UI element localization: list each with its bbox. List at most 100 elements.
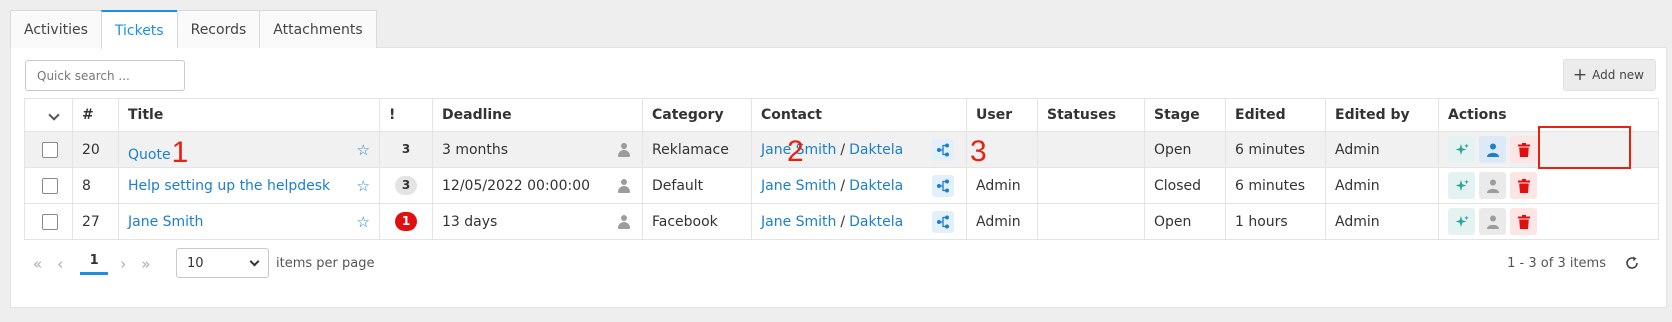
workflow-icon — [937, 143, 949, 156]
deadline-value: 12/05/2022 00:00:00 — [442, 177, 591, 194]
assign-user-button[interactable] — [1479, 172, 1506, 199]
column-header-id[interactable]: # — [72, 98, 119, 132]
contact-company-link[interactable]: Daktela — [849, 142, 903, 158]
edited-value: 6 minutes — [1225, 167, 1326, 204]
delete-button[interactable] — [1510, 172, 1537, 199]
column-header-edited-by[interactable]: Edited by — [1325, 98, 1439, 132]
column-header-stage[interactable]: Stage — [1144, 98, 1226, 132]
select-all-toggle[interactable] — [24, 98, 73, 132]
pager: « ‹ 1 › » — [33, 249, 165, 279]
tab-records[interactable]: Records — [176, 10, 260, 48]
trash-icon — [1517, 178, 1530, 193]
row-checkbox[interactable] — [42, 141, 58, 158]
delete-button[interactable] — [1510, 208, 1537, 235]
annotation-marker-1: 1 — [171, 135, 189, 168]
sparkle-icon — [1455, 143, 1469, 155]
column-header-priority[interactable]: ! — [379, 98, 433, 132]
priority-badge: 3 — [395, 176, 417, 195]
tab-activities[interactable]: Activities — [10, 10, 101, 48]
star-icon[interactable]: ☆ — [357, 177, 370, 195]
contact-separator: / — [840, 177, 846, 194]
table-row[interactable]: 8 Help setting up the helpdesk ☆ 3 12/05… — [24, 167, 1659, 204]
ai-sparkle-button[interactable] — [1448, 136, 1475, 163]
ticket-title-link[interactable]: Jane Smith — [128, 214, 203, 230]
edited-value: 6 minutes — [1225, 131, 1326, 168]
user-icon — [1486, 215, 1499, 229]
current-page[interactable]: 1 — [80, 253, 109, 275]
table-row[interactable]: 27 Jane Smith ☆ 1 13 days Facebook Jane … — [24, 203, 1659, 240]
priority-badge: 3 — [401, 142, 411, 156]
ticket-title-link[interactable]: Quote — [128, 147, 171, 163]
row-actions — [1448, 208, 1649, 235]
column-header-deadline[interactable]: Deadline — [432, 98, 643, 132]
edited-by-value: Admin — [1325, 167, 1439, 204]
deadline-value: 13 days — [442, 213, 498, 230]
stage-value: Closed — [1144, 167, 1226, 204]
stage-value: Open — [1144, 131, 1226, 168]
workflow-button[interactable] — [932, 210, 954, 233]
statuses-value — [1037, 167, 1145, 204]
table-header-row: # Title ! Deadline Category Contact User… — [24, 98, 1659, 132]
category-value: Reklamace — [642, 131, 752, 168]
add-new-button[interactable]: + Add new — [1562, 59, 1656, 91]
workflow-button[interactable] — [932, 138, 954, 161]
star-icon[interactable]: ☆ — [357, 213, 370, 231]
ai-sparkle-button[interactable] — [1448, 208, 1475, 235]
page-size-select[interactable]: 10 — [176, 248, 269, 278]
sparkle-icon — [1455, 215, 1469, 227]
items-per-page-label: items per page — [276, 256, 375, 271]
row-checkbox[interactable] — [42, 177, 58, 194]
ai-sparkle-button[interactable] — [1448, 172, 1475, 199]
ticket-id: 20 — [72, 131, 119, 168]
tab-tickets[interactable]: Tickets — [100, 10, 177, 49]
table-row[interactable]: 20 Quote1 ☆ 3 3 months Reklamace Jane Sm… — [24, 131, 1659, 168]
last-page-icon[interactable]: » — [141, 255, 150, 273]
column-header-category[interactable]: Category — [642, 98, 752, 132]
trash-icon — [1517, 142, 1530, 157]
stage-value: Open — [1144, 203, 1226, 240]
items-range-label: 1 - 3 of 3 items — [1507, 256, 1606, 271]
edited-by-value: Admin — [1325, 131, 1439, 168]
prev-page-icon[interactable]: ‹ — [57, 255, 63, 273]
next-page-icon[interactable]: › — [120, 255, 126, 273]
workflow-button[interactable] — [932, 174, 954, 197]
refresh-icon[interactable] — [1624, 255, 1640, 271]
person-icon — [618, 214, 630, 229]
column-header-statuses[interactable]: Statuses — [1037, 98, 1145, 132]
category-value: Default — [642, 167, 752, 204]
edited-by-value: Admin — [1325, 203, 1439, 240]
tab-bar: Activities Tickets Records Attachments — [10, 10, 377, 49]
user-icon — [1486, 143, 1499, 157]
ticket-id: 27 — [72, 203, 119, 240]
quick-search-input[interactable] — [25, 60, 185, 91]
annotation-marker-2: 2 — [787, 135, 804, 168]
column-header-title[interactable]: Title — [118, 98, 380, 132]
sparkle-icon — [1455, 179, 1469, 191]
page-size-value: 10 — [187, 255, 204, 271]
deadline-value: 3 months — [442, 141, 509, 158]
column-header-contact[interactable]: Contact — [751, 98, 967, 132]
statuses-value — [1037, 131, 1145, 168]
first-page-icon[interactable]: « — [33, 255, 42, 273]
column-header-edited[interactable]: Edited — [1225, 98, 1326, 132]
delete-button[interactable] — [1510, 136, 1537, 163]
column-header-user[interactable]: User — [966, 98, 1038, 132]
user-value: Admin — [966, 203, 1038, 240]
contact-name-link[interactable]: Jane Smith — [761, 214, 836, 230]
annotation-marker-3: 3 — [970, 135, 987, 168]
contact-company-link[interactable]: Daktela — [849, 214, 903, 230]
ticket-id: 8 — [72, 167, 119, 204]
ticket-title-link[interactable]: Help setting up the helpdesk — [128, 178, 330, 194]
contact-separator: / — [840, 141, 846, 158]
row-checkbox[interactable] — [42, 213, 58, 230]
chevron-down-icon — [48, 109, 60, 121]
contact-name-link[interactable]: Jane Smith — [761, 178, 836, 194]
category-value: Facebook — [642, 203, 752, 240]
trash-icon — [1517, 214, 1530, 229]
tab-attachments[interactable]: Attachments — [259, 10, 377, 48]
contact-company-link[interactable]: Daktela — [849, 178, 903, 194]
assign-user-button[interactable] — [1479, 136, 1506, 163]
star-icon[interactable]: ☆ — [357, 141, 370, 159]
assign-user-button[interactable] — [1479, 208, 1506, 235]
add-new-label: Add new — [1592, 68, 1644, 82]
